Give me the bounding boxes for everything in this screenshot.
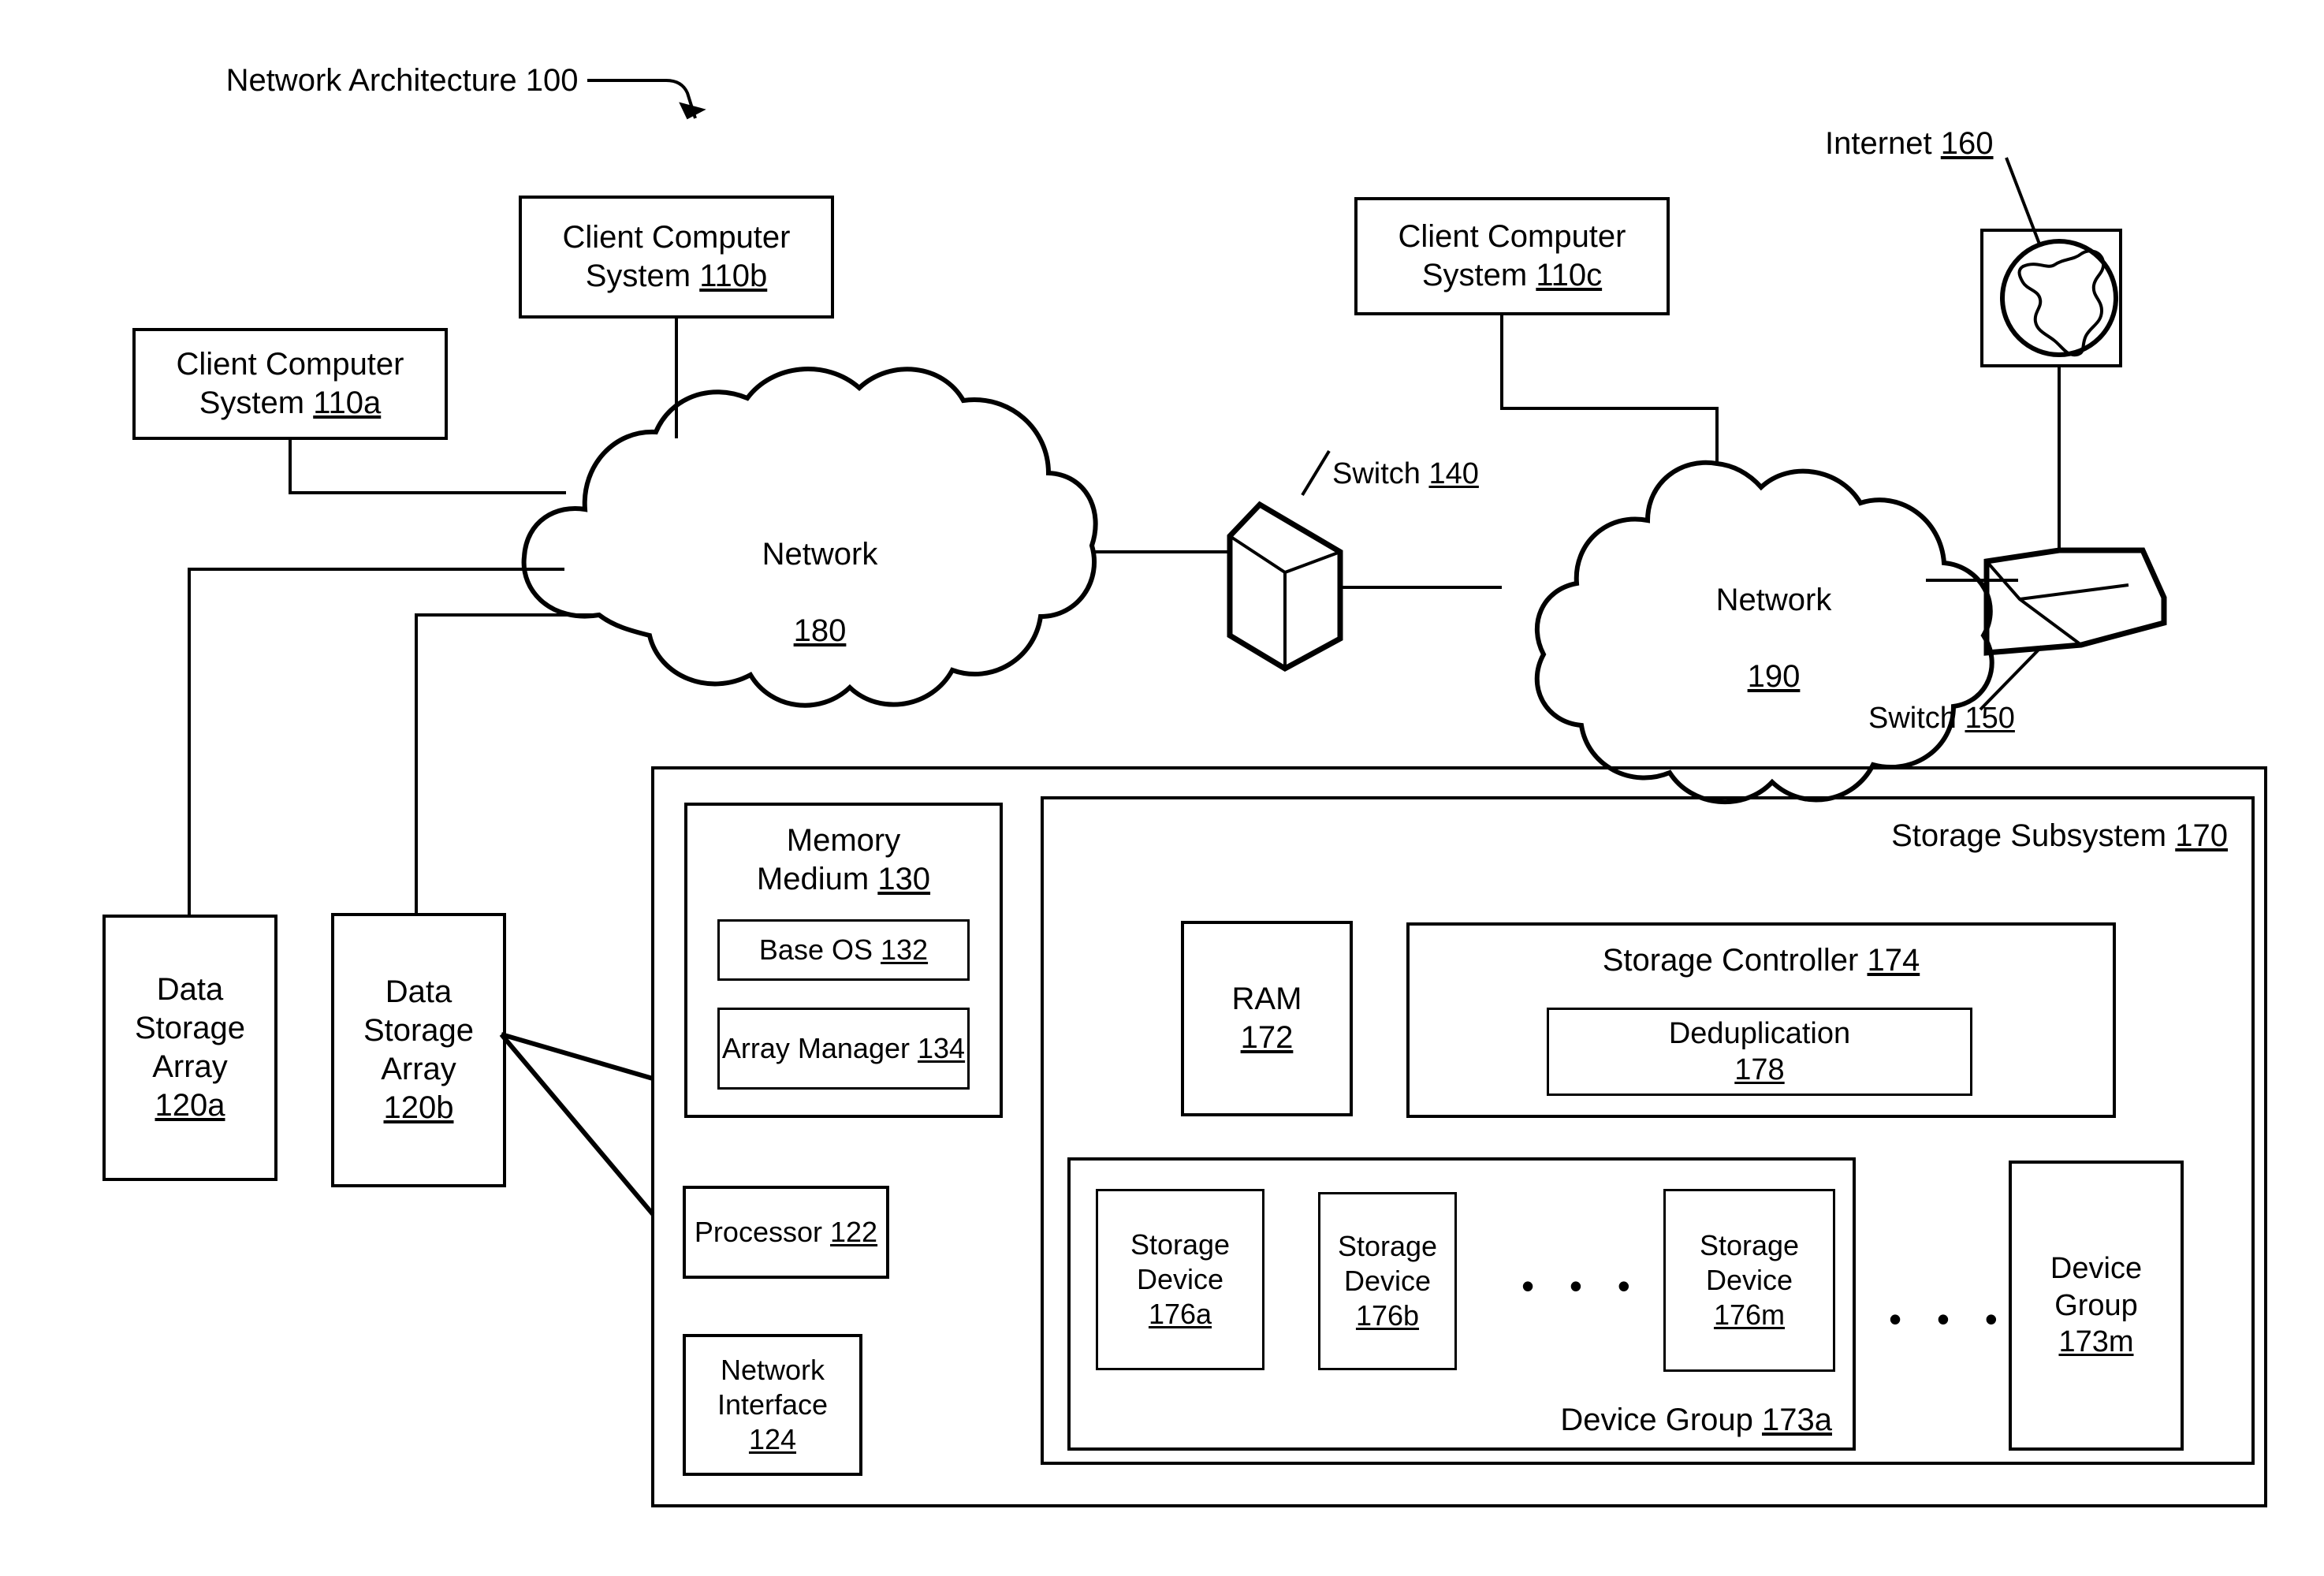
client-computer-system-110a[interactable]: Client Computer System 110a: [132, 328, 448, 440]
internet-160-box[interactable]: [1980, 229, 2122, 367]
device-group-ellipsis: • • •: [1889, 1298, 2010, 1339]
switch-140-shape: [1227, 501, 1343, 673]
switch-140-callout: Switch 140: [1332, 457, 1479, 490]
array-manager-134[interactable]: Array Manager 134: [717, 1008, 970, 1090]
network-interface-124[interactable]: Network Interface 124: [683, 1334, 862, 1476]
figure-canvas: Network Architecture 100 Internet 160 Sw…: [0, 0, 2324, 1576]
deduplication-178[interactable]: Deduplication 178: [1547, 1008, 1972, 1096]
switch-150-shape: [1983, 547, 2167, 656]
network-180-label: Network 180: [762, 536, 878, 649]
internet-callout: Internet 160: [1825, 126, 1994, 161]
processor-122[interactable]: Processor 122: [683, 1186, 889, 1279]
storage-device-176a[interactable]: Storage Device 176a: [1096, 1189, 1264, 1370]
data-storage-array-120b[interactable]: Data Storage Array 120b: [331, 913, 506, 1187]
base-os-132[interactable]: Base OS 132: [717, 919, 970, 981]
data-storage-array-120a[interactable]: Data Storage Array 120a: [102, 915, 277, 1181]
architecture-callout-label: Network Architecture 100: [225, 63, 579, 98]
ram-172[interactable]: RAM 172: [1181, 921, 1353, 1116]
storage-device-176b[interactable]: Storage Device 176b: [1318, 1192, 1457, 1370]
network-190-label: Network 190: [1715, 582, 1832, 695]
storage-device-ellipsis: • • •: [1521, 1265, 1643, 1306]
storage-device-176m[interactable]: Storage Device 176m: [1663, 1189, 1835, 1372]
client-computer-system-110b[interactable]: Client Computer System 110b: [519, 196, 834, 319]
client-computer-system-110c[interactable]: Client Computer System 110c: [1354, 197, 1670, 315]
device-group-173m[interactable]: Device Group 173m: [2009, 1161, 2184, 1451]
architecture-arrowhead: [679, 102, 706, 120]
